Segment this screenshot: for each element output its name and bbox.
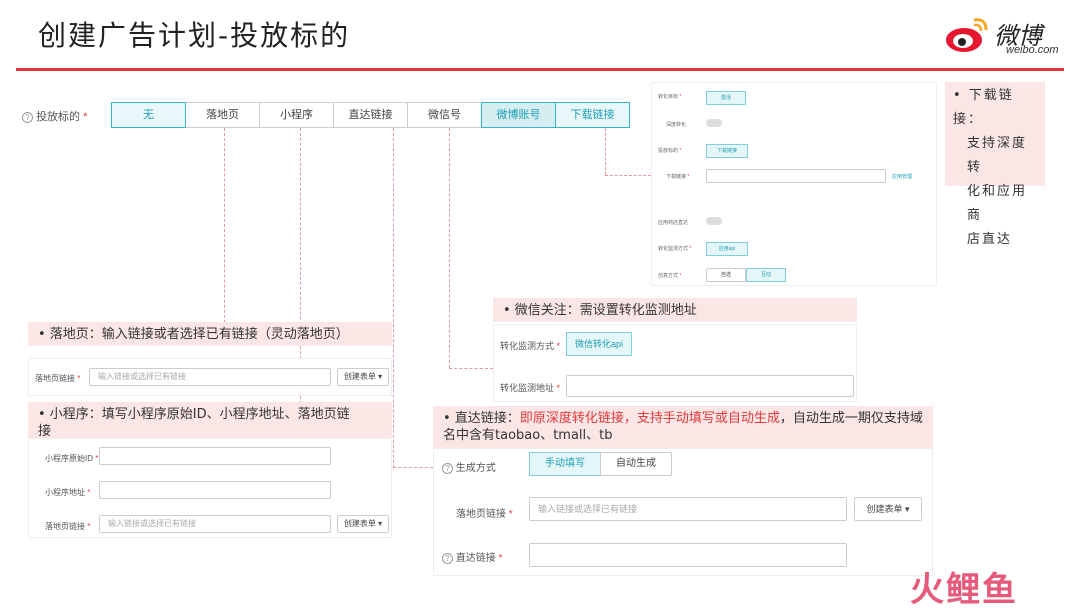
tab-none[interactable]: 无 [111,102,186,128]
landing-create-button[interactable]: 创建表单 ▾ [337,368,389,386]
mini-landing-input[interactable]: 输入链接或选择已有链接 [99,515,331,533]
mini-form: 小程序原始ID * 小程序地址 * 落地页链接 * 输入链接或选择已有链接 创建… [28,438,392,538]
direct-auto-button[interactable]: 自动生成 [600,452,672,476]
wechat-addr-input[interactable] [566,375,854,397]
help-icon: ? [442,462,453,474]
mini-create-button[interactable]: 创建表单 ▾ [337,515,389,533]
tab-direct-link[interactable]: 直达链接 [333,102,408,128]
dl-row5-label: 应用商店直达 [658,220,689,226]
weibo-logo: 微博 weibo.com [944,14,1064,60]
note-download-line4: 店直达 [967,232,1013,247]
note-mini: • 小程序：填写小程序原始ID、小程序地址、落地页链接 [28,402,392,439]
dl-app-manage-link[interactable]: 应用管理 [892,173,912,180]
landing-form: 落地页链接 * 输入链接或选择已有链接 创建表单 ▾ [28,358,392,396]
connector-direct-h [393,467,433,468]
dl-row1-label: 转化目标 * [658,94,682,100]
mini-landing-label: 落地页链接 * [45,522,91,531]
mini-addr-label: 小程序地址 * [45,488,91,497]
direct-link-label: ? 直达链接 * [442,549,502,564]
wechat-method-label: 转化监测方式 * [500,341,561,351]
tab-download-link[interactable]: 下载链接 [555,102,630,128]
dl-row4-label: 下载链接 * [666,174,690,180]
dl-target-button[interactable]: 下载链接 [706,144,748,158]
dl-row3-label: 投放标的 * [658,148,682,154]
logo-subtext: weibo.com [1006,44,1059,56]
note-download: • 下载链接： 支持深度转 化和应用商 店直达 [945,82,1045,247]
tab-mini-program[interactable]: 小程序 [259,102,334,128]
note-direct: • 直达链接：即原深度转化链接，支持手动填写或自动生成，自动生成一期仅支持域名中… [433,406,933,448]
wechat-addr-label: 转化监测地址 * [500,383,561,393]
connector-download-h [605,175,651,176]
page-title: 创建广告计划-投放标的 [38,19,351,52]
target-label: 投放标的 [36,111,81,123]
required-mark: * [83,111,88,123]
dl-link-select[interactable] [706,169,886,183]
direct-manual-button[interactable]: 手动填写 [529,452,601,476]
dl-row7-label: 创意方式 * [658,273,682,279]
help-icon: ? [22,111,33,123]
note-download-line2: 支持深度转 [967,136,1028,175]
help-icon: ? [442,552,453,564]
mini-id-input[interactable] [99,447,331,465]
tab-landing-page[interactable]: 落地页 [185,102,260,128]
connector-wechat [449,128,450,368]
note-direct-red: 即原深度转化链接，支持手动填写或自动生成 [519,411,780,426]
note-landing: • 落地页：输入链接或者选择已有链接（灵动落地页） [28,322,392,346]
direct-form: ? 生成方式 手动填写 自动生成 落地页链接 * 输入链接或选择已有链接 创建表… [433,448,933,576]
download-panel: 转化目标 * 激活 深度转化 投放标的 * 下载链接 下载链接 * 应用管理 应… [651,82,937,286]
wechat-api-button[interactable]: 微信转化api [566,332,632,356]
mini-addr-input[interactable] [99,481,331,499]
dl-row6-label: 转化监测方式 * [658,246,692,252]
dl-api-button[interactable]: 应用api [706,242,748,256]
note-wechat: • 微信关注：需设置转化监测地址 [493,298,857,322]
weibo-eye-icon [946,18,988,52]
note-download-line1: • 下载链接： [953,88,1014,127]
dl-activate-button[interactable]: 激活 [706,91,746,105]
connector-download [605,128,606,175]
direct-link-input[interactable] [529,543,847,567]
note-download-line3: 化和应用商 [967,184,1028,223]
target-label-row: ? 投放标的 * [22,108,87,124]
direct-landing-input[interactable]: 输入链接或选择已有链接 [529,497,847,521]
target-tabs: 无 落地页 小程序 直达链接 微信号 微博账号 下载链接 [111,102,630,128]
direct-landing-label: 落地页链接 * [456,509,513,520]
dl-deep-toggle[interactable] [706,119,722,127]
mini-id-label: 小程序原始ID * [45,454,99,463]
dl-store-toggle[interactable] [706,217,722,225]
landing-label: 落地页链接 * [35,374,81,383]
landing-input[interactable]: 输入链接或选择已有链接 [89,368,331,386]
connector-direct [393,128,394,468]
connector-wechat-h [449,368,493,369]
title-divider [16,68,1064,71]
note-direct-prefix: • 直达链接： [443,411,520,426]
direct-create-button[interactable]: 创建表单 ▾ [854,497,922,521]
watermark: 火鲤鱼 [910,570,1018,610]
dl-row2-label: 深度转化 [666,122,687,128]
tab-weibo-account[interactable]: 微博账号 [481,102,556,128]
direct-gen-label: ? 生成方式 [442,459,496,474]
wechat-form: 转化监测方式 * 微信转化api 转化监测地址 * [493,324,857,402]
dl-creative-opt2[interactable]: 互动 [746,268,786,282]
tab-wechat[interactable]: 微信号 [407,102,482,128]
dl-creative-opt1[interactable]: 自选 [706,268,746,282]
connector-landing [224,128,225,328]
